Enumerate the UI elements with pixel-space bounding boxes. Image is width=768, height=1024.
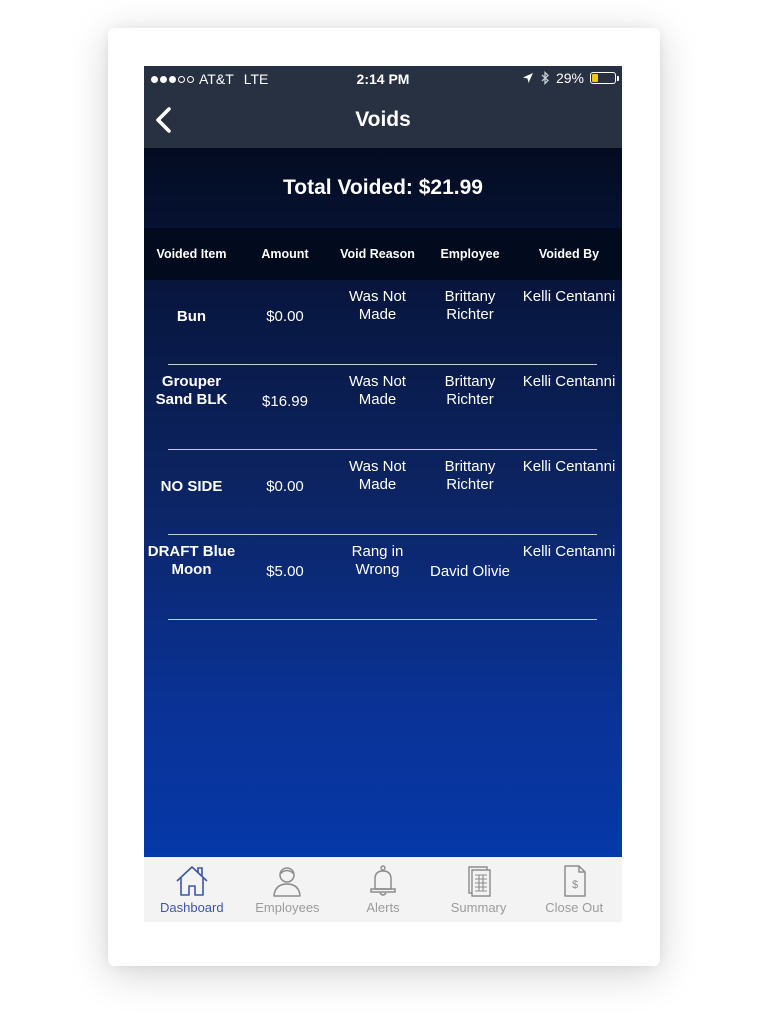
cell-void-reason: Was Not Made [349,458,406,493]
tab-label: Alerts [366,900,400,915]
tab-alerts[interactable]: Alerts [335,857,431,922]
bell-icon [370,865,396,896]
cell-void-reason: Rang in Wrong [351,543,404,578]
voids-content: Total Voided: $21.99 Voided Item Amount … [144,148,622,857]
tab-close-out[interactable]: $ Close Out [526,857,622,922]
table-row[interactable]: DRAFT Blue Moon $5.00 Rang in Wrong Davi… [144,535,622,620]
dollar-document-icon: $ [564,865,586,897]
cell-void-reason: Was Not Made [349,373,406,408]
report-icon [467,866,491,897]
tab-employees[interactable]: Employees [240,857,336,922]
battery-percent: 29% [555,70,584,86]
house-icon [176,866,208,896]
table-row[interactable]: Bun $0.00 Was Not Made Brittany Richter … [144,280,622,365]
cell-voided-by: Kelli Centanni [522,373,616,390]
cell-voided-item: NO SIDE [160,477,223,495]
cell-amount: $0.00 [266,477,304,495]
cell-voided-by: Kelli Centanni [522,288,616,305]
cell-void-reason: Was Not Made [349,288,406,323]
cell-employee: Brittany Richter [444,458,496,493]
tab-summary[interactable]: Summary [431,857,527,922]
person-icon [273,867,302,897]
table-row[interactable]: NO SIDE $0.00 Was Not Made Brittany Rich… [144,450,622,535]
cell-voided-by: Kelli Centanni [522,458,616,475]
cell-amount: $0.00 [266,307,304,325]
cell-amount: $16.99 [262,392,308,410]
column-header-void-reason: Void Reason [340,247,415,261]
column-header-employee: Employee [440,247,500,261]
battery-level-fill [592,74,599,82]
cell-employee: David Olivie [429,562,511,580]
location-arrow-icon [522,73,533,83]
cell-voided-item: DRAFT Blue Moon [147,543,236,578]
cell-voided-item: Grouper Sand BLK [155,373,228,408]
table-row[interactable]: Grouper Sand BLK $16.99 Was Not Made Bri… [144,365,622,450]
svg-text:$: $ [572,879,578,891]
bluetooth-icon [541,71,549,85]
cell-voided-item: Bun [176,307,207,325]
cell-employee: Brittany Richter [444,373,496,408]
page-title: Voids [355,108,411,131]
column-header-amount: Amount [261,247,309,261]
status-bar: AT&T LTE 2:14 PM 29% [144,66,622,92]
cell-amount: $5.00 [266,562,304,580]
column-header-voided-by: Voided By [538,247,600,261]
cell-voided-by: Kelli Centanni [522,543,616,560]
tab-label: Employees [255,900,320,915]
table-header: Voided Item Amount Void Reason Employee … [144,228,622,280]
tab-label: Close Out [545,900,604,915]
phone-screen: AT&T LTE 2:14 PM 29% Voids Total Voided:… [144,66,622,922]
cell-employee: Brittany Richter [444,288,496,323]
tab-dashboard[interactable]: Dashboard [144,857,240,922]
tab-bar: Dashboard Employees Alerts Summary $ Clo… [144,857,622,922]
voids-table-body: Bun $0.00 Was Not Made Brittany Richter … [144,280,622,620]
column-header-voided-item: Voided Item [156,247,227,261]
chevron-left-icon [156,107,171,133]
tab-label: Dashboard [159,900,224,915]
total-voided-label: Total Voided: $21.99 [283,176,483,199]
nav-bar: Voids [144,92,622,148]
battery-icon [590,72,619,84]
back-button[interactable] [150,104,182,136]
status-right: 29% [522,70,619,86]
tab-label: Summary [450,900,507,915]
